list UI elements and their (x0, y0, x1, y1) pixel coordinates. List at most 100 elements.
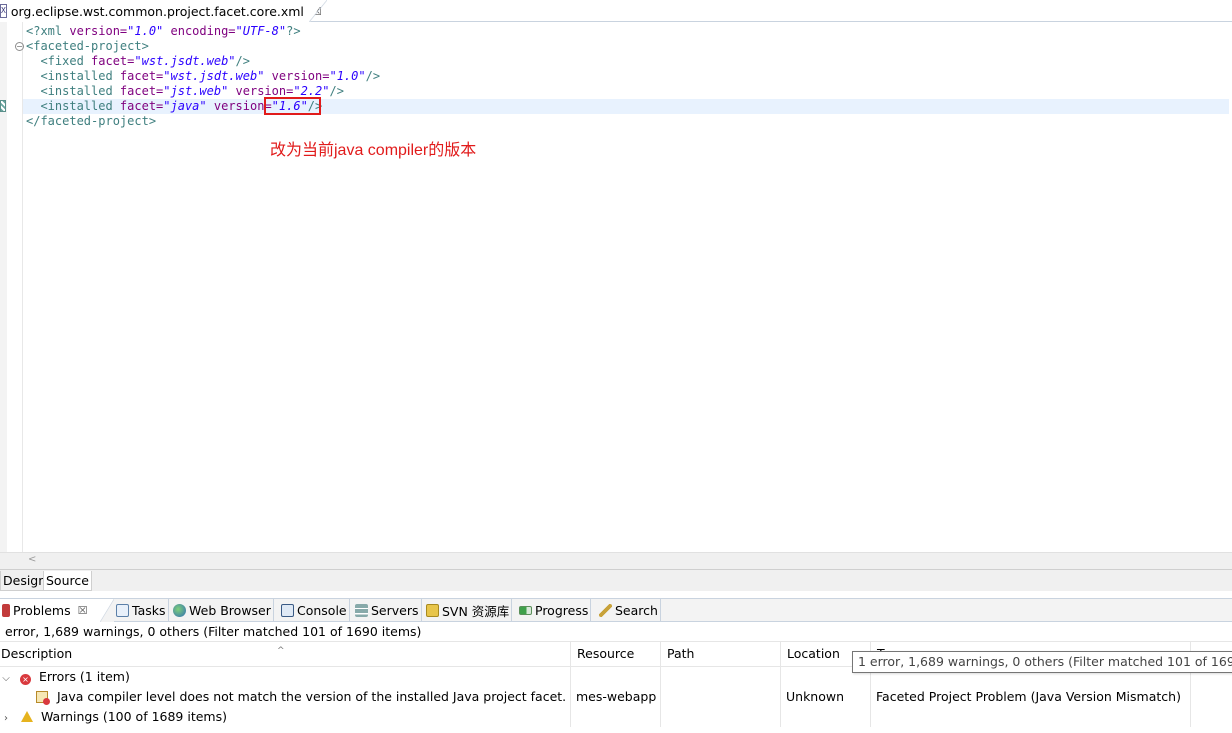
problem-marker-icon (36, 691, 50, 705)
cell-location: Unknown (786, 689, 845, 704)
column-divider (660, 707, 661, 727)
xml-value: "wst.jsdt.web" (134, 54, 236, 68)
tab-servers[interactable]: Servers (353, 599, 422, 622)
column-divider (570, 687, 571, 707)
column-divider (1190, 707, 1191, 727)
xml-attr: facet= (91, 54, 135, 68)
tab-search[interactable]: Search (597, 599, 661, 622)
tab-label: Search (615, 603, 658, 618)
fold-icon[interactable]: − (15, 42, 24, 51)
chevron-right-icon[interactable]: › (0, 709, 12, 727)
cell-description: ⌵ × Errors (1 item) (0, 667, 570, 687)
code-line: </faceted-project> (26, 114, 1226, 129)
sort-caret-icon: ^ (277, 646, 285, 656)
editor-mode-tabs: Design Source (0, 569, 1232, 591)
column-resource[interactable]: Resource (570, 642, 660, 667)
tab-design[interactable]: Design (0, 571, 50, 591)
cell-resource: mes-webapp (576, 689, 657, 704)
table-row[interactable]: Java compiler level does not match the v… (0, 687, 1232, 707)
tab-divider (309, 0, 327, 22)
xml-attr: encoding= (163, 24, 236, 38)
xml-tag: <installed (26, 99, 120, 113)
tree-row-warnings[interactable]: › Warnings (100 of 1689 items) (0, 707, 1232, 727)
column-divider (780, 707, 781, 727)
tab-problems[interactable]: Problems ☒ (0, 599, 110, 622)
column-description[interactable]: Description ^ (0, 642, 570, 667)
tab-svn[interactable]: SVN 资源库 (424, 599, 513, 622)
tab-label: Web Browser (189, 603, 271, 618)
xml-tag: </faceted-project> (26, 114, 157, 128)
tab-source[interactable]: Source (43, 571, 92, 591)
tab-label: Tasks (132, 603, 166, 618)
status-tooltip: 1 error, 1,689 warnings, 0 others (Filte… (852, 651, 1232, 673)
group-label: Warnings (100 of 1689 items) (40, 709, 227, 724)
column-divider (570, 667, 571, 687)
column-divider (870, 707, 871, 727)
code-line-current: <installed facet="java" version="1.6"/> (23, 99, 1229, 114)
editor-tab-strip: X org.eclipse.wst.common.project.facet.c… (0, 0, 1232, 22)
annotation-text: 改为当前java compiler的版本 (270, 142, 477, 159)
tab-label: Servers (371, 603, 419, 618)
change-marker (0, 100, 6, 112)
chevron-down-icon[interactable]: ⌵ (0, 669, 12, 687)
problem-description: Java compiler level does not match the v… (56, 689, 567, 704)
xml-value: "java" (163, 99, 207, 113)
column-divider (780, 667, 781, 687)
cell-path (666, 687, 780, 707)
column-label: Description (1, 646, 73, 661)
xml-value: "wst.jsdt.web" (163, 69, 265, 83)
editor-tab-title: org.eclipse.wst.common.project.facet.cor… (10, 3, 304, 19)
code-line: <faceted-project> (26, 39, 1226, 54)
warning-icon (20, 711, 33, 722)
tab-label: Progress (535, 603, 589, 618)
xml-attr: facet= (119, 69, 164, 83)
tab-web-browser[interactable]: Web Browser (171, 599, 274, 622)
cell-description: Java compiler level does not match the v… (36, 687, 570, 707)
code-area[interactable]: <?xml version="1.0" encoding="UTF-8"?> <… (23, 24, 1229, 129)
console-icon (281, 604, 294, 617)
view-tab-strip: Problems ☒ Tasks Web Browser Console Ser… (0, 598, 1232, 622)
editor-tab[interactable]: X org.eclipse.wst.common.project.facet.c… (0, 0, 324, 22)
problems-status: error, 1,689 warnings, 0 others (Filter … (0, 622, 1232, 642)
xml-attr: version= (228, 84, 294, 98)
tab-progress[interactable]: Progress (517, 599, 592, 622)
tab-label: Problems (13, 603, 71, 618)
servers-icon (355, 604, 368, 617)
xml-value: "jst.web" (163, 84, 229, 98)
xml-attr: version= (69, 24, 128, 38)
error-icon: × (19, 674, 31, 685)
column-divider (660, 687, 661, 707)
overview-ruler (0, 22, 7, 552)
xml-editor[interactable]: − <?xml version="1.0" encoding="UTF-8"?>… (0, 22, 1232, 552)
tab-tasks[interactable]: Tasks (114, 599, 169, 622)
scroll-left-icon[interactable]: < (28, 554, 36, 565)
xml-tag: <faceted-project> (26, 39, 149, 53)
cell-description: › Warnings (100 of 1689 items) (0, 707, 570, 727)
xml-tag: ?> (286, 24, 301, 38)
xml-attr: facet= (119, 99, 164, 113)
xml-tag: <installed (26, 84, 120, 98)
column-divider (1190, 687, 1191, 707)
xml-tag: /> (235, 54, 250, 68)
xml-value: "2.2" (293, 84, 330, 98)
xml-tag: /> (329, 84, 344, 98)
line-gutter: − (7, 22, 24, 552)
xml-attr: version= (206, 99, 272, 113)
tab-console[interactable]: Console (279, 599, 350, 622)
column-divider (660, 667, 661, 687)
code-line: <installed facet="jst.web" version="2.2"… (26, 84, 1226, 99)
progress-icon (519, 606, 532, 615)
xml-attr: facet= (119, 84, 164, 98)
horizontal-scrollbar[interactable]: < (0, 552, 1232, 569)
close-icon[interactable]: ☒ (78, 604, 88, 617)
xml-tag: <?xml (26, 24, 70, 38)
column-divider (570, 707, 571, 727)
problems-icon (2, 604, 10, 617)
code-line: <installed facet="wst.jsdt.web" version=… (26, 69, 1226, 84)
code-line: <fixed facet="wst.jsdt.web"/> (26, 54, 1226, 69)
group-label: Errors (1 item) (38, 669, 130, 684)
xml-file-icon: X (0, 4, 7, 18)
xml-value: "1.0" (127, 24, 164, 38)
column-divider (870, 687, 871, 707)
column-path[interactable]: Path (660, 642, 780, 667)
